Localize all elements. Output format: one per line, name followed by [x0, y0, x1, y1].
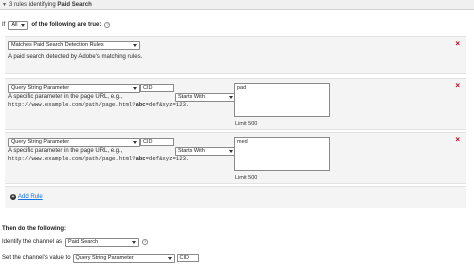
set-value-label: Set the channel's value to	[2, 255, 71, 261]
url-param-bold: abc	[135, 155, 146, 162]
rule-row-3: Query String Parameter CID Starts With m…	[5, 132, 466, 184]
if-condition-row: If All of the following are true: ?	[2, 20, 111, 30]
url-param-bold: abc	[135, 101, 146, 108]
rule-type-select[interactable]: Query String Parameter	[8, 138, 140, 147]
limit-label: Limit 500	[235, 121, 258, 127]
rule-row-2: Query String Parameter CID Starts With p…	[5, 78, 466, 130]
rule-type-select[interactable]: Matches Paid Search Detection Rules	[8, 41, 140, 50]
close-icon[interactable]: ×	[455, 82, 460, 90]
rule-type-select-value: Matches Paid Search Detection Rules	[11, 42, 104, 48]
rule-count-text: 3 rules identifying	[9, 1, 56, 8]
rule-type-select-value: Query String Parameter	[11, 139, 70, 145]
url-prefix: http://www.example.com/path/page.html?	[8, 155, 136, 162]
close-icon[interactable]: ×	[455, 136, 460, 144]
limit-label: Limit 500	[235, 175, 258, 181]
if-suffix-text: of the following are true:	[31, 22, 102, 28]
rule-set-header[interactable]: ▾ 3 rules identifying Paid Search	[0, 0, 474, 10]
value-parameter-input[interactable]: CID	[176, 254, 199, 262]
channel-select-value: Paid Search	[68, 238, 99, 245]
rule-row-1: Matches Paid Search Detection Rules A pa…	[5, 36, 466, 74]
description-url-example: http://www.example.com/path/page.html?ab…	[8, 101, 233, 109]
identify-channel-label: Identify the channel as	[2, 239, 63, 245]
help-icon[interactable]: ?	[104, 22, 111, 28]
url-prefix: http://www.example.com/path/page.html?	[8, 101, 136, 108]
help-icon[interactable]: ?	[142, 239, 149, 245]
channel-name: Paid Search	[57, 1, 92, 8]
rule-description: A specific parameter in the page URL, e.…	[8, 93, 233, 109]
url-suffix: =def&xyz=123.	[145, 155, 190, 162]
rule-description: A specific parameter in the page URL, e.…	[8, 147, 233, 163]
plus-circle-icon: +	[10, 194, 16, 200]
add-rule-area: + Add Rule	[5, 186, 466, 208]
match-value-textarea[interactable]: med	[234, 137, 330, 171]
chevron-down-icon[interactable]: ▾	[3, 1, 6, 8]
channel-select[interactable]: Paid Search	[65, 237, 140, 247]
all-any-select[interactable]: All	[8, 20, 29, 30]
rule-type-select-value: Query String Parameter	[11, 85, 70, 91]
rule-description: A paid search detected by Adobe's matchi…	[8, 54, 143, 60]
then-heading: Then do the following:	[2, 226, 66, 232]
match-value-textarea[interactable]: pad	[234, 83, 330, 117]
value-type-select-value: Query String Parameter	[75, 254, 134, 261]
all-any-select-value: All	[11, 21, 18, 28]
description-url-example: http://www.example.com/path/page.html?ab…	[8, 155, 233, 163]
if-label: If	[2, 22, 6, 28]
set-value-row: Set the channel's value to Query String …	[2, 253, 199, 263]
add-rule-label[interactable]: Add Rule	[18, 194, 43, 200]
close-icon[interactable]: ×	[455, 40, 460, 48]
add-rule-button[interactable]: + Add Rule	[10, 194, 43, 200]
rule-set-title: 3 rules identifying Paid Search	[9, 2, 92, 8]
rule-type-select[interactable]: Query String Parameter	[8, 84, 140, 93]
url-suffix: =def&xyz=123.	[145, 101, 190, 108]
parameter-input[interactable]: CID	[140, 84, 174, 92]
value-type-select[interactable]: Query String Parameter	[72, 253, 175, 263]
description-text: A specific parameter in the page URL, e.…	[8, 94, 123, 100]
identify-channel-row: Identify the channel as Paid Search ?	[2, 237, 149, 247]
description-text: A specific parameter in the page URL, e.…	[8, 148, 123, 154]
parameter-input[interactable]: CID	[140, 138, 174, 146]
